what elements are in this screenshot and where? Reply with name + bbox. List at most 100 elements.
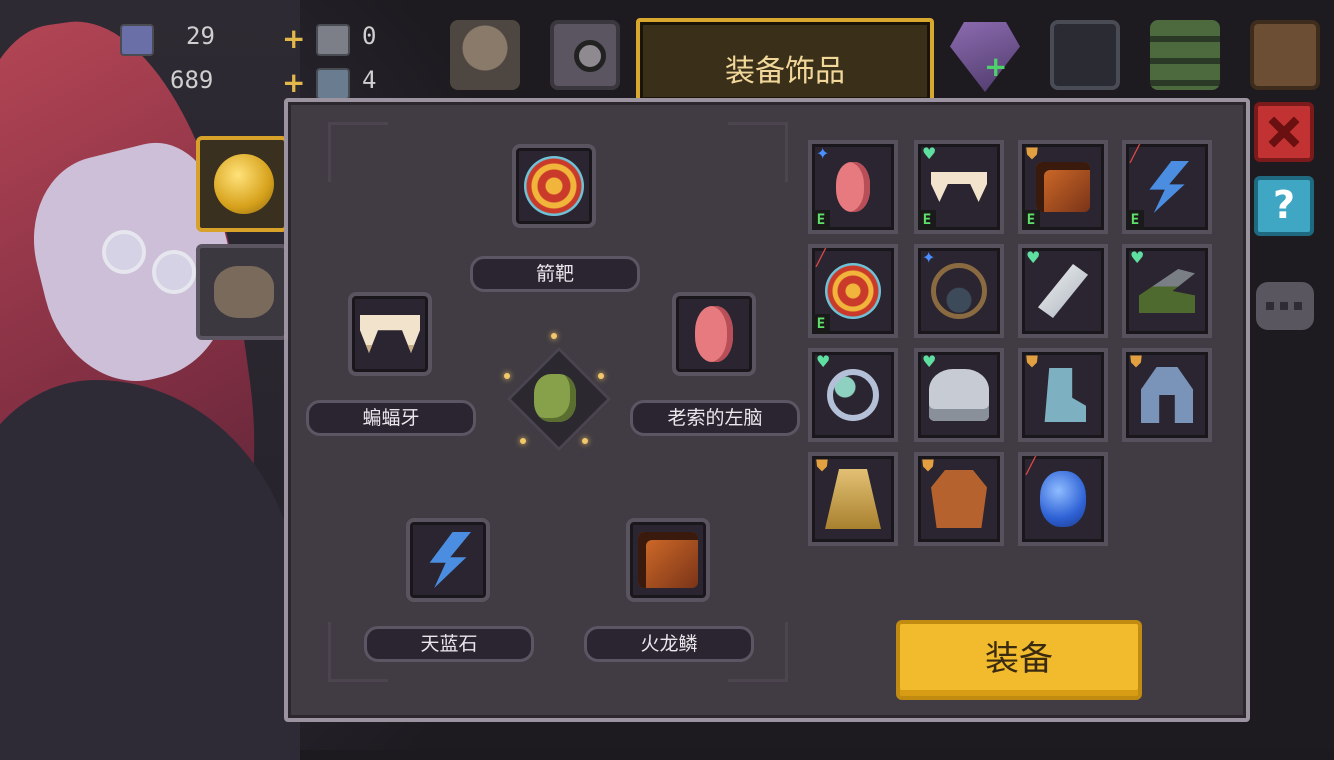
star-tier-icon: ✦ <box>816 144 830 163</box>
gem-icon <box>120 24 154 56</box>
sparkle <box>520 438 526 444</box>
sparkle <box>582 438 588 444</box>
heart-tier-icon: ♥ <box>1130 248 1145 267</box>
boot-icon <box>1044 368 1086 422</box>
tab-title: 装备饰品 <box>725 54 845 89</box>
resource-2-value: 689 <box>170 66 214 94</box>
counter-1-value: 0 <box>362 22 377 50</box>
shield-tier-icon: ⛊ <box>1026 144 1039 163</box>
backpack-icon[interactable] <box>1250 20 1320 90</box>
ranking-icon[interactable] <box>1150 20 1220 90</box>
equipped-badge: E <box>812 314 830 334</box>
sparkle <box>598 373 604 379</box>
plus-icon: + <box>282 66 306 99</box>
inventory-slot[interactable]: ♥ <box>1122 244 1212 338</box>
heart-tier-icon: ♥ <box>922 144 937 163</box>
inventory-slot[interactable]: ✦ E <box>808 140 898 234</box>
shield-tier-icon: ⛊ <box>816 456 829 475</box>
inventory-slot[interactable]: ⛊ E <box>1018 140 1108 234</box>
heart-tier-icon: ♥ <box>922 352 937 371</box>
sword-tier-icon: ╱ <box>816 248 826 267</box>
target-icon <box>524 156 584 216</box>
chat-icon <box>1266 302 1274 310</box>
target-icon <box>825 263 881 319</box>
cape-icon <box>825 469 881 529</box>
helmet-icon <box>929 369 989 421</box>
slot-bottom-right-label: 火龙鳞 <box>584 626 754 662</box>
inventory-slot[interactable]: ⛊ <box>914 452 1004 546</box>
inventory-slot[interactable]: ♥ E <box>914 140 1004 234</box>
armor-icon <box>1141 367 1193 423</box>
camera-icon[interactable] <box>550 20 620 90</box>
slot-top-label: 箭靶 <box>470 256 640 292</box>
inventory-slot[interactable]: ⛊ <box>1018 348 1108 442</box>
shield-tier-icon: ⛊ <box>922 456 935 475</box>
equipped-badge: E <box>918 210 936 230</box>
plus-icon: + <box>282 22 306 55</box>
ornament <box>328 122 388 182</box>
shield-tier-icon: ⛊ <box>1026 352 1039 371</box>
inventory-slot[interactable]: ✦ <box>914 244 1004 338</box>
fire-dragon-scale-icon <box>638 532 698 588</box>
heart-tier-icon: ♥ <box>816 352 831 371</box>
character-icon[interactable] <box>450 20 520 90</box>
glasses-left <box>102 230 146 274</box>
necklace-icon <box>931 263 987 319</box>
counter-2-value: 4 <box>362 66 377 94</box>
material-1-icon <box>316 24 350 56</box>
equipped-badge: E <box>1126 210 1144 230</box>
pet-icon <box>214 266 274 318</box>
slot-top[interactable] <box>512 144 596 228</box>
tab-accessory[interactable] <box>196 136 288 232</box>
equipped-badge: E <box>1022 210 1040 230</box>
sword-tier-icon: ╱ <box>1130 144 1140 163</box>
sparkle <box>504 373 510 379</box>
sky-stone-icon <box>429 532 471 588</box>
slot-right[interactable] <box>672 292 756 376</box>
bat-fang-icon <box>360 315 420 353</box>
slot-bottom-right[interactable] <box>626 518 710 602</box>
ornament <box>728 122 788 182</box>
equipped-badge: E <box>812 210 830 230</box>
cannon-icon <box>1139 269 1195 313</box>
inventory-slot[interactable]: ╱ E <box>808 244 898 338</box>
inventory-slot[interactable]: ╱ E <box>1122 140 1212 234</box>
sword-tier-icon: ╱ <box>1026 456 1036 475</box>
tab-equip-accessories[interactable]: 装备饰品 <box>636 18 934 104</box>
sky-stone-icon <box>1149 161 1189 213</box>
sparkle <box>551 333 557 339</box>
resource-1-value: 29 <box>186 22 215 50</box>
inventory-slot[interactable]: ♥ <box>808 348 898 442</box>
slot-bottom-left-label: 天蓝石 <box>364 626 534 662</box>
vest-icon <box>931 470 987 528</box>
inventory-slot[interactable]: ♥ <box>914 348 1004 442</box>
close-button[interactable] <box>1254 102 1314 162</box>
equip-button[interactable]: 装备 <box>896 620 1142 700</box>
question-icon: ? <box>1272 183 1296 227</box>
blue-gem-icon <box>1040 471 1086 527</box>
inventory-slot[interactable]: ⛊ <box>808 452 898 546</box>
feather-icon <box>1038 264 1088 318</box>
slot-left[interactable] <box>348 292 432 376</box>
top-bar: 29 689 + 0 + 4 装备饰品 + <box>0 0 1334 104</box>
glasses-right <box>152 250 196 294</box>
ring-icon <box>827 369 879 421</box>
left-brain-icon <box>695 306 733 362</box>
slot-bottom-left[interactable] <box>406 518 490 602</box>
help-button[interactable]: ? <box>1254 176 1314 236</box>
star-tier-icon: ✦ <box>922 248 936 267</box>
add-icon: + <box>984 50 1008 83</box>
inventory-slot[interactable]: ╱ <box>1018 452 1108 546</box>
material-2-icon <box>316 68 350 100</box>
fish-character-icon <box>534 374 576 422</box>
heart-tier-icon: ♥ <box>1026 248 1041 267</box>
chat-button[interactable] <box>1256 282 1314 330</box>
fire-dragon-scale-icon <box>1036 162 1090 212</box>
tab-pet[interactable] <box>196 244 288 340</box>
bat-fang-icon <box>931 172 987 202</box>
cart-icon[interactable] <box>1050 20 1120 90</box>
gold-pouch-icon <box>214 154 274 214</box>
inventory-slot[interactable]: ♥ <box>1018 244 1108 338</box>
inventory-slot[interactable]: ⛊ <box>1122 348 1212 442</box>
shield-tier-icon: ⛊ <box>1130 352 1143 371</box>
